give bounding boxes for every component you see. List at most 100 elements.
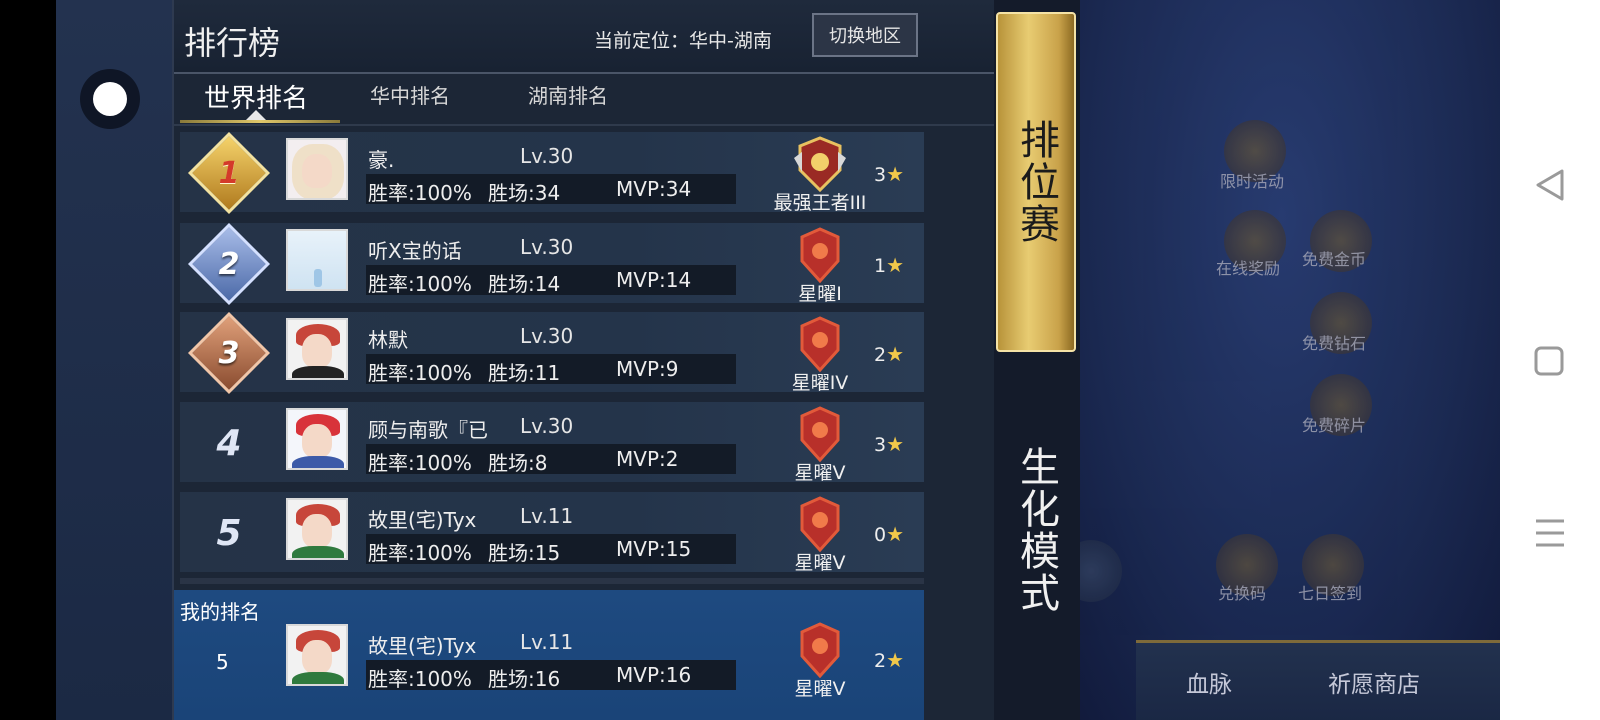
tier-star-icon [800, 316, 840, 372]
switch-region-button[interactable]: 切换地区 [812, 13, 918, 57]
win-rate: 胜率:100% [368, 667, 472, 691]
face [302, 334, 332, 368]
mode-label: 排位赛 [1013, 119, 1059, 245]
tier-name: 星曜V [794, 462, 846, 484]
side-label: 免费钻石 [1302, 334, 1367, 353]
tier-name: 星曜V [794, 552, 846, 574]
floating-assist-button[interactable] [80, 69, 140, 129]
win-rate: 胜率:100% [368, 451, 472, 475]
star-icon: ★ [886, 253, 905, 277]
wins: 胜场:11 [488, 361, 561, 385]
active-tab-caret [246, 110, 266, 120]
avatar[interactable] [286, 624, 348, 686]
ranking-row[interactable]: 1 豪. Lv.30 胜率:100% 胜场:34 MVP:34 最强王者III … [180, 131, 924, 215]
rank-number: 1 [218, 155, 240, 191]
ranking-row[interactable]: 5 故里(宅)Tyx Lv.11 胜率:100% 胜场:15 MVP:15 星曜… [180, 492, 924, 574]
ranking-row[interactable]: 2 听X宝的话 Lv.30 胜率:100% 胜场:14 MVP:14 星曜I 1… [180, 222, 924, 306]
tier-name: 最强王者III [773, 192, 867, 214]
rank-number: 5 [216, 512, 242, 554]
mvp-count: MVP:15 [616, 537, 692, 561]
face [302, 424, 332, 458]
star-number: 2 [874, 344, 887, 366]
circle-icon [93, 82, 127, 116]
avatar[interactable] [286, 318, 348, 380]
rank-number: 4 [216, 422, 242, 464]
player-name: 故里(宅)Tyx [368, 634, 477, 658]
star-icon: ★ [886, 342, 905, 366]
wish-shop-button[interactable]: 祈愿商店 [1328, 665, 1420, 699]
background-lobby: 限时活动 在线奖励 免费金币 免费钻石 免费碎片 兑换码 七日签到 [1060, 0, 1500, 720]
tier-star-icon [800, 406, 840, 462]
player-level: Lv.30 [520, 144, 574, 168]
face [302, 154, 332, 188]
win-rate: 胜率:100% [368, 541, 472, 565]
star-icon: ★ [886, 522, 905, 546]
wins: 胜场:15 [488, 541, 561, 565]
star-number: 3 [874, 164, 887, 186]
player-stats: 胜率:100% 胜场:14 MVP:14 [366, 265, 736, 296]
avatar[interactable] [286, 408, 348, 470]
star-number: 1 [874, 255, 887, 277]
avatar[interactable] [286, 138, 348, 200]
tab-ranked-mode[interactable]: 排位赛 [996, 12, 1076, 352]
player-name: 故里(宅)Tyx [368, 508, 477, 532]
ranking-row[interactable]: 3 林默 Lv.30 胜率:100% 胜场:11 MVP:9 星曜IV 2★ [180, 311, 924, 395]
tier-name: 星曜V [794, 678, 846, 700]
star-count: 3★ [874, 162, 904, 186]
star-count: 2★ [874, 648, 904, 672]
star-number: 2 [874, 650, 887, 672]
player-name: 听X宝的话 [368, 239, 462, 263]
tier-star-icon [800, 622, 840, 678]
side-label: 兑换码 [1218, 584, 1267, 603]
player-stats: 胜率:100% 胜场:34 MVP:34 [366, 174, 736, 205]
tier-star-icon [800, 227, 840, 283]
shirt [292, 672, 344, 684]
tier-name: 星曜IV [791, 372, 849, 394]
tab-central-china-ranking[interactable]: 华中排名 [370, 80, 450, 109]
my-rank-number: 5 [216, 650, 229, 674]
mode-tabs: 排位赛 生化模式 [994, 0, 1080, 720]
square-home-icon[interactable] [1534, 346, 1564, 376]
win-rate: 胜率:100% [368, 181, 472, 205]
shirt [292, 456, 344, 468]
star-icon: ★ [886, 162, 905, 186]
side-label: 限时活动 [1220, 172, 1285, 191]
mvp-count: MVP:9 [616, 357, 679, 381]
page-title: 排行榜 [184, 24, 281, 62]
star-count: 2★ [874, 342, 904, 366]
wins: 胜场:8 [488, 451, 548, 475]
tab-hunan-ranking[interactable]: 湖南排名 [528, 80, 608, 109]
ranking-tabs: 世界排名 华中排名 湖南排名 [174, 74, 996, 126]
player-stats: 胜率:100% 胜场:15 MVP:15 [366, 534, 736, 565]
ranking-row[interactable]: 4 顾与南歌『已 Lv.30 胜率:100% 胜场:8 MVP:2 星曜V 3★ [180, 402, 924, 484]
mvp-count: MVP:2 [616, 447, 679, 471]
mvp-count: MVP:14 [616, 268, 692, 292]
player-level: Lv.30 [520, 414, 574, 438]
face [302, 640, 332, 674]
player-level: Lv.11 [520, 630, 574, 654]
player-level: Lv.30 [520, 235, 574, 259]
leaderboard-panel: 排行榜 当前定位：华中-湖南 切换地区 世界排名 华中排名 湖南排名 1 豪. … [172, 0, 996, 720]
panel-header: 排行榜 当前定位：华中-湖南 切换地区 [174, 0, 996, 74]
win-rate: 胜率:100% [368, 361, 472, 385]
shirt [292, 366, 344, 378]
rank-badge: 4 [188, 408, 270, 478]
active-tab-underline [180, 120, 340, 123]
triangle-back-icon[interactable] [1534, 168, 1566, 202]
hamburger-icon[interactable] [1534, 518, 1566, 548]
star-icon: ★ [886, 648, 905, 672]
avatar[interactable] [286, 229, 348, 291]
rank-badge-gold: 1 [187, 131, 271, 215]
wins: 胜场:34 [488, 181, 561, 205]
rank-number: 3 [218, 335, 240, 371]
shirt [292, 546, 344, 558]
avatar[interactable] [286, 498, 348, 560]
mvp-count: MVP:16 [616, 663, 692, 687]
bloodline-button[interactable]: 血脉 [1186, 665, 1232, 699]
tier-name: 星曜I [798, 283, 842, 305]
win-rate: 胜率:100% [368, 272, 472, 296]
my-ranking-row[interactable]: 5 故里(宅)Tyx Lv.11 胜率:100% 胜场:16 MVP:16 星曜… [180, 620, 924, 710]
player-name: 顾与南歌『已 [368, 418, 488, 442]
wins: 胜场:16 [488, 667, 561, 691]
tab-biochemical-mode[interactable]: 生化模式 [996, 430, 1076, 630]
